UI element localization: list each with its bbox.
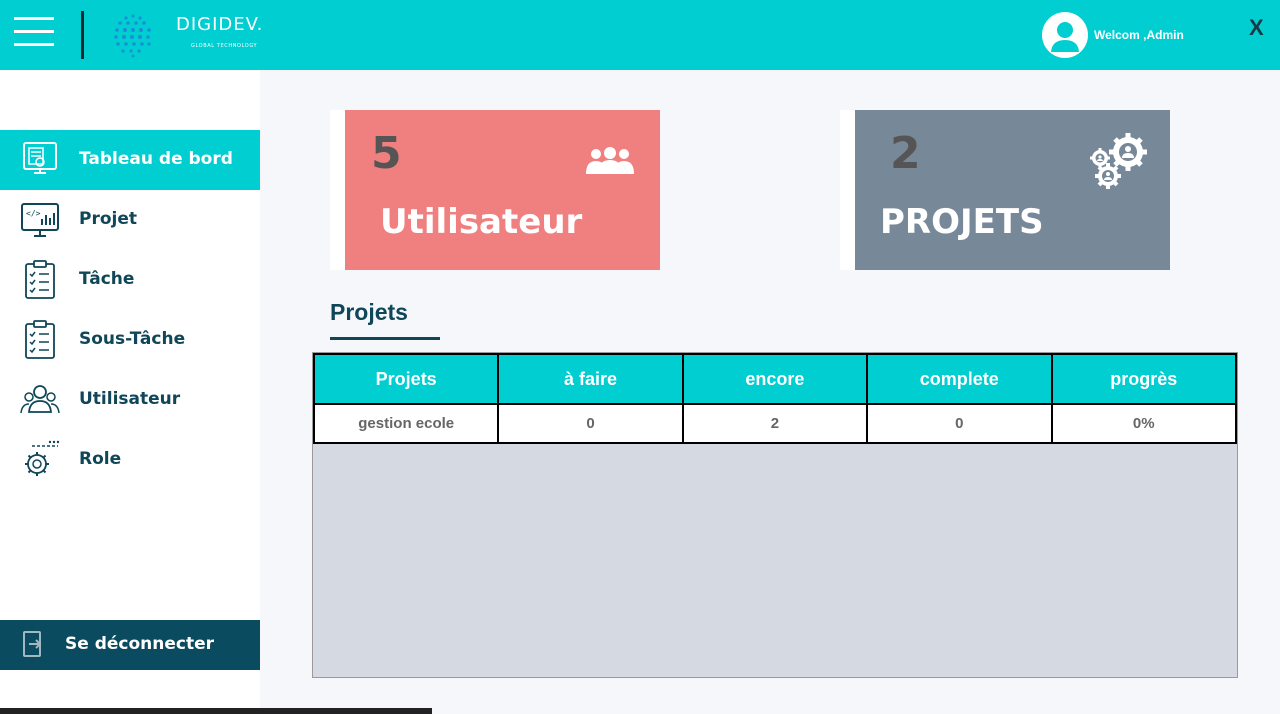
cell-a-faire: 0 [497,403,684,444]
sidebar-item-projet[interactable]: </> Projet [0,190,260,250]
dashboard-icon [23,142,57,174]
close-button[interactable]: X [1249,15,1264,41]
column-header-complete[interactable]: complete [866,353,1053,405]
sidebar-item-tache[interactable]: Tâche [0,250,260,310]
users-icon [586,147,634,174]
svg-text:</>: </> [26,209,41,218]
users-stat-card[interactable]: 5 Utilisateur [330,110,660,270]
projects-stat-card[interactable]: 2 PROJETS [840,110,1170,270]
column-header-a-faire[interactable]: à faire [497,353,684,405]
sidebar-item-tableau-de-bord[interactable]: Tableau de bord [0,130,260,190]
clipboard-checklist-icon [25,260,55,299]
sidebar-item-label: Projet [79,209,138,229]
cell-progres: 0% [1050,403,1238,444]
cell-encore: 2 [681,403,869,444]
sidebar-item-utilisateur[interactable]: Utilisateur [0,370,260,430]
user-avatar-icon[interactable] [1042,12,1088,58]
table-header-row: Projets à faire encore complete progrès [312,353,1238,405]
header-divider [81,11,84,59]
code-monitor-icon: </> [21,203,59,237]
cell-complete: 0 [866,403,1053,444]
globe-logo-icon [114,14,151,58]
logout-icon [23,631,42,657]
brand-tagline: GLOBAL TECHNOLOGY [191,43,258,49]
sidebar-item-label: Tableau de bord [79,149,233,169]
sidebar: Tableau de bord </> Projet Tâche Sous-Tâ… [0,70,260,714]
column-header-encore[interactable]: encore [681,353,869,405]
projects-card-label: PROJETS [880,202,1044,242]
sidebar-item-label: Tâche [79,269,135,289]
main-content: 5 Utilisateur 2 PROJETS Projets Projets … [260,70,1280,714]
projects-section-title: Projets [330,299,408,325]
projects-count: 2 [890,128,921,179]
gear-icon [25,440,60,476]
gears-icon [1090,133,1147,189]
sidebar-item-role[interactable]: Role [0,430,260,490]
projects-table: Projets à faire encore complete progrès … [312,353,1238,444]
section-underline [330,337,440,340]
welcome-text: Welcom ,Admin [1094,28,1184,42]
menu-icon[interactable] [14,15,54,47]
table-row[interactable]: gestion ecole 0 2 0 0% [312,403,1238,444]
logout-label: Se déconnecter [65,634,214,654]
cell-project-name: gestion ecole [312,403,500,444]
clipboard-checklist-icon [25,320,55,359]
column-header-projets[interactable]: Projets [312,353,500,405]
sidebar-item-label: Utilisateur [79,389,181,409]
users-icon [20,385,60,414]
column-header-progres[interactable]: progrès [1050,353,1238,405]
sidebar-item-sous-tache[interactable]: Sous-Tâche [0,310,260,370]
top-bar: DIGIDEV. GLOBAL TECHNOLOGY Welcom ,Admin… [0,0,1280,70]
logout-button[interactable]: Se déconnecter [0,620,260,670]
sidebar-item-label: Sous-Tâche [79,329,186,349]
users-card-label: Utilisateur [380,202,583,242]
users-count: 5 [371,128,402,179]
brand-name: DIGIDEV. [176,14,264,35]
sidebar-item-label: Role [79,449,122,469]
taskbar-strip [0,708,432,714]
projects-table-container: Projets à faire encore complete progrès … [312,352,1238,678]
